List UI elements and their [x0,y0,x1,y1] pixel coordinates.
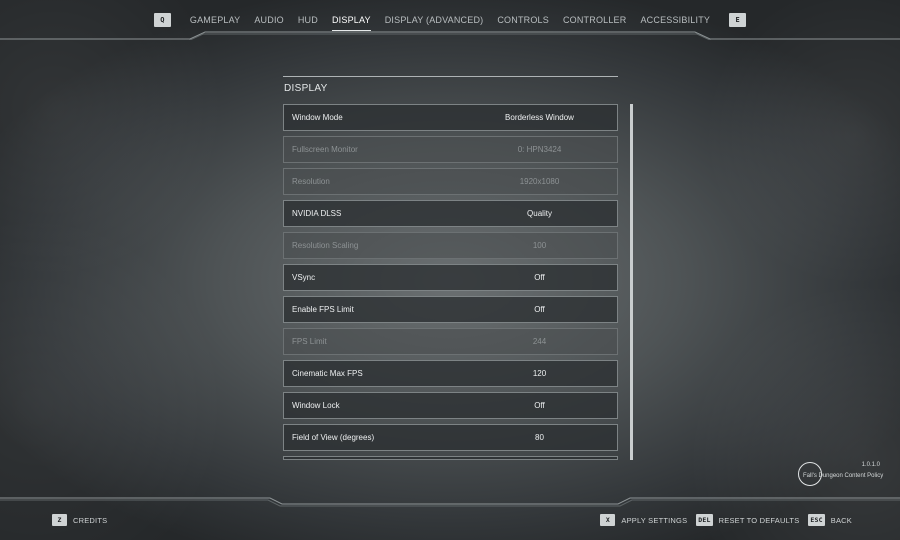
setting-row-enable-fps-limit[interactable]: Enable FPS Limit Off [283,296,618,323]
apply-label: APPLY SETTINGS [621,515,688,525]
panel-title: DISPLAY [284,83,328,94]
setting-value: 80 [535,433,544,442]
tab-display[interactable]: DISPLAY [325,11,378,31]
reset-label: RESET TO DEFAULTS [718,515,800,525]
version-badge: 1.0.1.0 Fall's Dungeon Content Policy [798,460,884,490]
setting-label: Resolution Scaling [292,241,359,250]
setting-label: Enable FPS Limit [292,305,354,314]
settings-scrollbar[interactable] [630,104,633,460]
apply-settings-button[interactable]: X APPLY SETTINGS [600,514,687,526]
setting-value: 120 [532,369,547,378]
prev-tab-key[interactable]: Q [153,13,171,27]
setting-row-fullscreen-monitor: Fullscreen Monitor 0: HPN3424 [283,136,618,163]
next-tab-key[interactable]: E [729,13,747,27]
reset-key: DEL [696,514,713,526]
setting-label: Fullscreen Monitor [292,145,358,154]
setting-row-window-mode[interactable]: Window Mode Borderless Window [283,104,618,131]
tab-audio[interactable]: AUDIO [247,11,291,29]
tab-controls[interactable]: CONTROLS [490,11,556,29]
setting-label: Resolution [292,177,330,186]
setting-row-resolution-scaling: Resolution Scaling 100 [283,232,618,259]
tab-bar: Q GAMEPLAY AUDIO HUD DISPLAY DISPLAY (AD… [0,10,900,31]
reset-defaults-button[interactable]: DEL RESET TO DEFAULTS [696,514,799,526]
setting-value: Off [534,401,545,410]
content-policy-link[interactable]: Fall's Dungeon Content Policy [803,473,883,479]
footer-left: Z CREDITS [52,512,107,528]
setting-value: Off [534,305,545,314]
tab-hud[interactable]: HUD [291,11,325,29]
bottom-frame-lines [0,497,900,507]
setting-label: Window Mode [292,113,343,122]
setting-row-next-partial[interactable] [283,456,618,460]
setting-value: 1920x1080 [519,177,560,186]
version-text: 1.0.1.0 [861,462,880,468]
setting-row-nvidia-dlss[interactable]: NVIDIA DLSS Quality [283,200,618,227]
setting-value: 100 [532,241,547,250]
setting-row-resolution: Resolution 1920x1080 [283,168,618,195]
top-navigation: Q GAMEPLAY AUDIO HUD DISPLAY DISPLAY (AD… [0,0,900,40]
tab-gameplay[interactable]: GAMEPLAY [183,11,247,29]
setting-label: NVIDIA DLSS [292,209,342,218]
setting-value: 244 [532,337,547,346]
credits-key: Z [52,514,67,526]
back-label: BACK [830,515,852,525]
setting-value: Off [534,273,545,282]
back-button[interactable]: ESC BACK [808,514,852,526]
tab-display-advanced[interactable]: DISPLAY (ADVANCED) [378,11,491,29]
setting-label: Cinematic Max FPS [292,369,363,378]
settings-list[interactable]: Window Mode Borderless Window Fullscreen… [283,104,618,460]
setting-row-window-lock[interactable]: Window Lock Off [283,392,618,419]
panel-divider [283,76,618,77]
tab-controller[interactable]: CONTROLLER [556,11,634,29]
setting-row-field-of-view[interactable]: Field of View (degrees) 80 [283,424,618,451]
setting-value: Borderless Window [505,113,574,122]
apply-key: X [600,514,616,526]
back-key: ESC [808,514,825,526]
setting-label: VSync [292,273,316,282]
setting-row-fps-limit: FPS Limit 244 [283,328,618,355]
setting-label: FPS Limit [292,337,327,346]
setting-row-vsync[interactable]: VSync Off [283,264,618,291]
display-panel-header: DISPLAY [283,76,618,94]
credits-label: CREDITS [73,515,108,525]
tab-accessibility[interactable]: ACCESSIBILITY [633,11,717,29]
credits-button[interactable]: Z CREDITS [52,514,107,526]
footer-right: X APPLY SETTINGS DEL RESET TO DEFAULTS E… [591,512,852,528]
setting-value: 0: HPN3424 [517,145,562,154]
setting-row-cinematic-max-fps[interactable]: Cinematic Max FPS 120 [283,360,618,387]
setting-label: Field of View (degrees) [292,433,375,442]
setting-label: Window Lock [292,401,340,410]
setting-value: Quality [527,209,552,218]
